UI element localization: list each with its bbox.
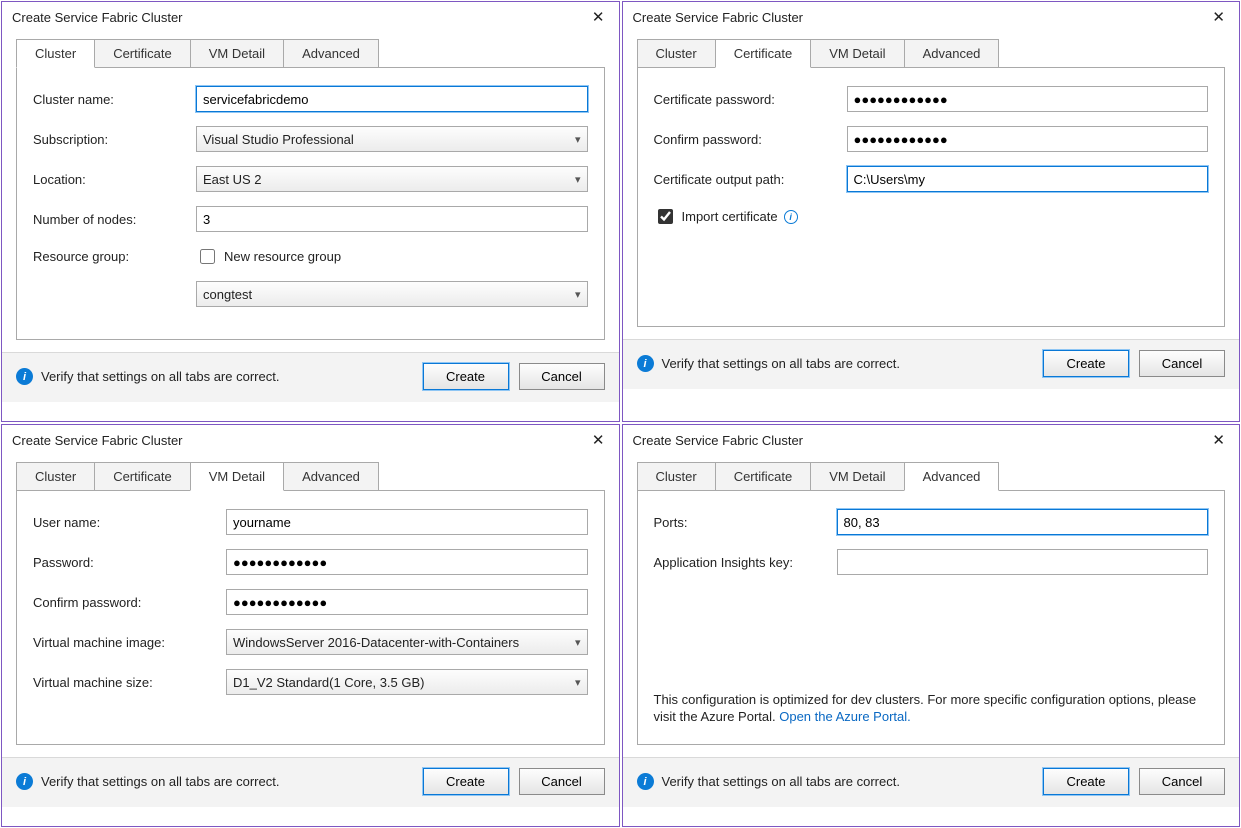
chevron-down-icon: ▾ <box>575 288 581 301</box>
chevron-down-icon: ▾ <box>575 636 581 649</box>
tab-strip: Cluster Certificate VM Detail Advanced <box>623 30 1240 67</box>
footer-message: Verify that settings on all tabs are cor… <box>662 774 900 789</box>
location-label: Location: <box>33 172 188 187</box>
tab-strip: Cluster Certificate VM Detail Advanced <box>623 453 1240 490</box>
window-title: Create Service Fabric Cluster <box>12 433 183 448</box>
dialog-vm-detail: Create Service Fabric Cluster ✕ Cluster … <box>1 424 620 827</box>
resource-group-value: congtest <box>203 287 252 302</box>
cert-output-path-label: Certificate output path: <box>654 172 839 187</box>
open-azure-portal-link[interactable]: Open the Azure Portal. <box>779 709 911 724</box>
new-resource-group-checkbox[interactable]: New resource group <box>196 246 341 267</box>
ai-key-input[interactable] <box>837 549 1209 575</box>
cluster-name-label: Cluster name: <box>33 92 188 107</box>
subscription-select[interactable]: Visual Studio Professional ▾ <box>196 126 588 152</box>
chevron-down-icon: ▾ <box>575 133 581 146</box>
cancel-button[interactable]: Cancel <box>1139 350 1225 377</box>
vm-size-label: Virtual machine size: <box>33 675 218 690</box>
confirm-password-label: Confirm password: <box>654 132 839 147</box>
vm-image-value: WindowsServer 2016-Datacenter-with-Conta… <box>233 635 519 650</box>
resource-group-label: Resource group: <box>33 249 188 264</box>
tab-strip: Cluster Certificate VM Detail Advanced <box>2 453 619 490</box>
ports-label: Ports: <box>654 515 829 530</box>
tab-panel: Certificate password: Confirm password: … <box>637 67 1226 327</box>
window-title: Create Service Fabric Cluster <box>12 10 183 25</box>
cert-output-path-input[interactable] <box>847 166 1209 192</box>
vm-confirm-password-input[interactable] <box>226 589 588 615</box>
hint-text: This configuration is optimized for dev … <box>654 691 1209 726</box>
vm-password-label: Password: <box>33 555 218 570</box>
info-icon: i <box>16 368 33 385</box>
info-icon: i <box>16 773 33 790</box>
create-button[interactable]: Create <box>1043 350 1129 377</box>
tab-certificate[interactable]: Certificate <box>94 39 191 68</box>
tab-vm-detail[interactable]: VM Detail <box>810 39 904 68</box>
cert-password-label: Certificate password: <box>654 92 839 107</box>
username-input[interactable] <box>226 509 588 535</box>
tab-advanced[interactable]: Advanced <box>283 462 379 491</box>
ports-input[interactable] <box>837 509 1209 535</box>
location-value: East US 2 <box>203 172 262 187</box>
vm-image-select[interactable]: WindowsServer 2016-Datacenter-with-Conta… <box>226 629 588 655</box>
tab-panel: User name: Password: Confirm password: V… <box>16 490 605 745</box>
window-title: Create Service Fabric Cluster <box>633 433 804 448</box>
dialog-cluster: Create Service Fabric Cluster ✕ Cluster … <box>1 1 620 422</box>
tab-advanced[interactable]: Advanced <box>904 39 1000 68</box>
cert-password-input[interactable] <box>847 86 1209 112</box>
window-title: Create Service Fabric Cluster <box>633 10 804 25</box>
tab-panel: Cluster name: Subscription: Visual Studi… <box>16 67 605 340</box>
footer-message: Verify that settings on all tabs are cor… <box>662 356 900 371</box>
resource-group-select[interactable]: congtest ▾ <box>196 281 588 307</box>
location-select[interactable]: East US 2 ▾ <box>196 166 588 192</box>
tab-panel: Ports: Application Insights key: This co… <box>637 490 1226 745</box>
footer-message: Verify that settings on all tabs are cor… <box>41 369 279 384</box>
num-nodes-input[interactable] <box>196 206 588 232</box>
cancel-button[interactable]: Cancel <box>1139 768 1225 795</box>
tab-advanced[interactable]: Advanced <box>904 462 1000 491</box>
create-button[interactable]: Create <box>423 363 509 390</box>
tab-cluster[interactable]: Cluster <box>16 39 95 68</box>
vm-size-select[interactable]: D1_V2 Standard(1 Core, 3.5 GB) ▾ <box>226 669 588 695</box>
dialog-advanced: Create Service Fabric Cluster ✕ Cluster … <box>622 424 1241 827</box>
import-certificate-checkbox[interactable]: Import certificate i <box>654 206 798 227</box>
tab-strip: Cluster Certificate VM Detail Advanced <box>2 30 619 67</box>
tab-certificate[interactable]: Certificate <box>715 39 812 68</box>
footer-message: Verify that settings on all tabs are cor… <box>41 774 279 789</box>
close-icon[interactable]: ✕ <box>588 8 609 26</box>
chevron-down-icon: ▾ <box>575 676 581 689</box>
tab-cluster[interactable]: Cluster <box>16 462 95 491</box>
subscription-label: Subscription: <box>33 132 188 147</box>
cluster-name-input[interactable] <box>196 86 588 112</box>
import-certificate-label: Import certificate <box>682 209 778 224</box>
tab-vm-detail[interactable]: VM Detail <box>190 39 284 68</box>
tab-certificate[interactable]: Certificate <box>94 462 191 491</box>
vm-password-input[interactable] <box>226 549 588 575</box>
vm-size-value: D1_V2 Standard(1 Core, 3.5 GB) <box>233 675 425 690</box>
vm-confirm-password-label: Confirm password: <box>33 595 218 610</box>
num-nodes-label: Number of nodes: <box>33 212 188 227</box>
vm-image-label: Virtual machine image: <box>33 635 218 650</box>
create-button[interactable]: Create <box>423 768 509 795</box>
ai-key-label: Application Insights key: <box>654 555 829 570</box>
tab-cluster[interactable]: Cluster <box>637 39 716 68</box>
close-icon[interactable]: ✕ <box>1208 8 1229 26</box>
tab-certificate[interactable]: Certificate <box>715 462 812 491</box>
confirm-password-input[interactable] <box>847 126 1209 152</box>
tab-vm-detail[interactable]: VM Detail <box>190 462 284 491</box>
info-icon[interactable]: i <box>784 210 798 224</box>
subscription-value: Visual Studio Professional <box>203 132 354 147</box>
close-icon[interactable]: ✕ <box>588 431 609 449</box>
close-icon[interactable]: ✕ <box>1208 431 1229 449</box>
info-icon: i <box>637 773 654 790</box>
cancel-button[interactable]: Cancel <box>519 768 605 795</box>
dialog-certificate: Create Service Fabric Cluster ✕ Cluster … <box>622 1 1241 422</box>
info-icon: i <box>637 355 654 372</box>
create-button[interactable]: Create <box>1043 768 1129 795</box>
chevron-down-icon: ▾ <box>575 173 581 186</box>
username-label: User name: <box>33 515 218 530</box>
cancel-button[interactable]: Cancel <box>519 363 605 390</box>
tab-vm-detail[interactable]: VM Detail <box>810 462 904 491</box>
tab-cluster[interactable]: Cluster <box>637 462 716 491</box>
new-resource-group-label: New resource group <box>224 249 341 264</box>
tab-advanced[interactable]: Advanced <box>283 39 379 68</box>
